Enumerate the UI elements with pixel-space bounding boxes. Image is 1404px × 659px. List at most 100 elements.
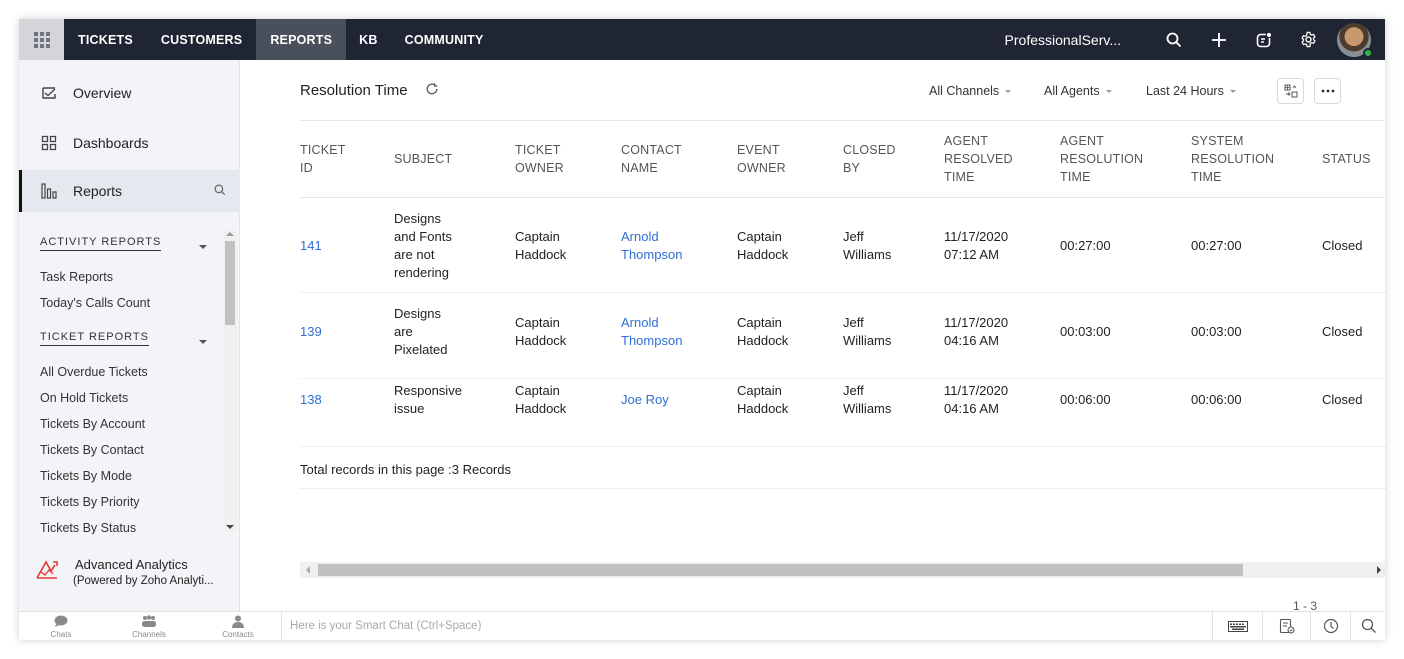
column-chooser-button[interactable] bbox=[1277, 78, 1304, 104]
gear-icon bbox=[1301, 31, 1316, 48]
report-link[interactable]: Today's Calls Count bbox=[40, 296, 150, 310]
more-options-button[interactable] bbox=[1314, 78, 1341, 104]
chevron-down-icon bbox=[1005, 89, 1012, 93]
contacts-button[interactable]: Contacts bbox=[208, 615, 268, 639]
ticket-id-link[interactable]: 141 bbox=[300, 237, 322, 255]
status-cell: Closed bbox=[1322, 238, 1363, 253]
table-horizontal-scrollbar[interactable] bbox=[300, 562, 1385, 578]
section-activity-reports[interactable]: ACTIVITY REPORTS bbox=[40, 236, 162, 251]
report-link[interactable]: Tickets By Priority bbox=[40, 495, 140, 509]
scrollbar-thumb[interactable] bbox=[225, 241, 235, 325]
search-icon bbox=[1361, 618, 1376, 633]
tab-kb[interactable]: KB bbox=[346, 19, 390, 60]
channels-button[interactable]: Channels bbox=[119, 615, 179, 639]
sidebar-item-overview[interactable]: Overview bbox=[19, 68, 240, 118]
ticket-owner-cell: Captain Haddock bbox=[515, 315, 567, 348]
scroll-down-arrow-icon[interactable] bbox=[226, 525, 234, 529]
analytics-title: Advanced Analytics bbox=[75, 557, 188, 572]
chevron-down-icon[interactable] bbox=[199, 245, 207, 249]
topnav-actions: ProfessionalServ... bbox=[1005, 19, 1385, 60]
column-header-contact-name[interactable]: CONTACT NAME bbox=[621, 141, 682, 177]
report-link[interactable]: Tickets By Account bbox=[40, 417, 145, 431]
closed-by-cell: Jeff Williams bbox=[843, 383, 892, 416]
report-search-button[interactable] bbox=[214, 183, 226, 201]
column-header-subject[interactable]: SUBJECT bbox=[394, 150, 452, 168]
scrollbar-thumb[interactable] bbox=[318, 564, 1243, 576]
chats-button[interactable]: Chats bbox=[31, 615, 91, 639]
report-link[interactable]: Tickets By Contact bbox=[40, 443, 144, 457]
closed-by-cell: Jeff Williams bbox=[843, 315, 892, 348]
column-header-event-owner[interactable]: EVENT OWNER bbox=[737, 141, 786, 177]
grid-icon bbox=[33, 31, 50, 48]
row-divider bbox=[300, 446, 1385, 447]
contact-name-link[interactable]: Arnold Thompson bbox=[621, 228, 682, 264]
report-link[interactable]: Task Reports bbox=[40, 270, 113, 284]
keyboard-button[interactable] bbox=[1212, 612, 1262, 640]
scroll-up-arrow-icon[interactable] bbox=[226, 232, 234, 236]
notes-check-icon bbox=[1279, 618, 1294, 634]
column-header-closed-by[interactable]: CLOSED BY bbox=[843, 141, 896, 177]
channels-filter-value: All Channels bbox=[929, 84, 1000, 98]
contact-name-link[interactable]: Joe Roy bbox=[621, 391, 669, 409]
chevron-down-icon bbox=[1105, 89, 1112, 93]
global-search-button[interactable] bbox=[1151, 19, 1196, 60]
column-header-agent-resolution-time[interactable]: AGENT RESOLUTION TIME bbox=[1060, 132, 1143, 186]
agents-filter[interactable]: All Agents bbox=[1044, 84, 1112, 98]
settings-button[interactable] bbox=[1286, 19, 1331, 60]
agents-filter-value: All Agents bbox=[1044, 84, 1100, 98]
new-item-button[interactable] bbox=[1196, 19, 1241, 60]
ticket-id-link[interactable]: 138 bbox=[300, 391, 322, 409]
period-filter[interactable]: Last 24 Hours bbox=[1146, 84, 1236, 98]
channels-filter[interactable]: All Channels bbox=[929, 84, 1012, 98]
agent-resolved-time-cell: 11/17/2020 04:16 AM bbox=[944, 383, 1009, 416]
sidebar-item-reports[interactable]: Reports bbox=[19, 170, 240, 212]
report-link[interactable]: Tickets By Mode bbox=[40, 469, 132, 483]
chevron-down-icon[interactable] bbox=[199, 340, 207, 344]
divider bbox=[300, 197, 1385, 198]
notes-icon bbox=[1256, 31, 1272, 47]
chat-bubble-icon bbox=[54, 615, 68, 627]
ticket-id-link[interactable]: 139 bbox=[300, 323, 322, 341]
column-header-ticket-owner[interactable]: TICKET OWNER bbox=[515, 141, 564, 177]
column-header-agent-resolved-time[interactable]: AGENT RESOLVED TIME bbox=[944, 132, 1013, 186]
agent-resolution-time-cell: 00:03:00 bbox=[1060, 324, 1111, 339]
contact-name-link[interactable]: Arnold Thompson bbox=[621, 314, 682, 350]
tab-customers[interactable]: CUSTOMERS bbox=[147, 19, 256, 60]
chevron-down-icon bbox=[1229, 89, 1236, 93]
advanced-analytics-link[interactable]: Advanced Analytics (Powered by Zoho Anal… bbox=[19, 548, 240, 608]
org-switcher[interactable]: ProfessionalServ... bbox=[1005, 32, 1121, 48]
smart-chat-search-button[interactable] bbox=[1350, 612, 1385, 640]
app-switcher-button[interactable] bbox=[19, 19, 64, 60]
tab-tickets[interactable]: TICKETS bbox=[64, 19, 147, 60]
plus-icon bbox=[1211, 32, 1226, 47]
tab-community[interactable]: COMMUNITY bbox=[391, 19, 498, 60]
sidebar-scrollbar[interactable] bbox=[223, 230, 237, 532]
report-list: ACTIVITY REPORTS Task Reports Today's Ca… bbox=[19, 224, 240, 534]
report-link[interactable]: On Hold Tickets bbox=[40, 391, 128, 405]
notes-check-button[interactable] bbox=[1262, 612, 1310, 640]
report-link[interactable]: All Overdue Tickets bbox=[40, 365, 148, 379]
notes-button[interactable] bbox=[1241, 19, 1286, 60]
column-header-status[interactable]: STATUS bbox=[1322, 150, 1371, 168]
divider bbox=[300, 488, 1385, 489]
column-header-system-resolution-time[interactable]: SYSTEM RESOLUTION TIME bbox=[1191, 132, 1274, 186]
sidebar-item-dashboards[interactable]: Dashboards bbox=[19, 118, 240, 168]
agent-resolved-time-cell: 11/17/2020 04:16 AM bbox=[944, 315, 1009, 348]
reports-icon bbox=[39, 181, 59, 201]
section-ticket-reports[interactable]: TICKET REPORTS bbox=[40, 331, 149, 346]
report-link[interactable]: Tickets By Status bbox=[40, 521, 136, 534]
sidebar-item-label: Dashboards bbox=[73, 135, 149, 151]
history-button[interactable] bbox=[1310, 612, 1350, 640]
scroll-right-arrow-icon[interactable] bbox=[1377, 566, 1381, 574]
tab-reports[interactable]: REPORTS bbox=[256, 19, 347, 60]
scroll-left-arrow-icon[interactable] bbox=[306, 566, 310, 574]
column-header-ticket-id[interactable]: TICKET ID bbox=[300, 141, 346, 177]
reports-sidebar: Overview Dashboards Reports ACTIVITY REP… bbox=[19, 60, 240, 611]
refresh-icon bbox=[426, 83, 438, 95]
bottom-bar: Chats Channels Contacts bbox=[19, 611, 1385, 640]
refresh-button[interactable] bbox=[425, 82, 439, 101]
user-avatar[interactable] bbox=[1337, 22, 1373, 58]
keyboard-icon bbox=[1227, 620, 1248, 632]
smart-chat-input[interactable] bbox=[282, 612, 1212, 640]
overview-icon bbox=[39, 83, 59, 103]
